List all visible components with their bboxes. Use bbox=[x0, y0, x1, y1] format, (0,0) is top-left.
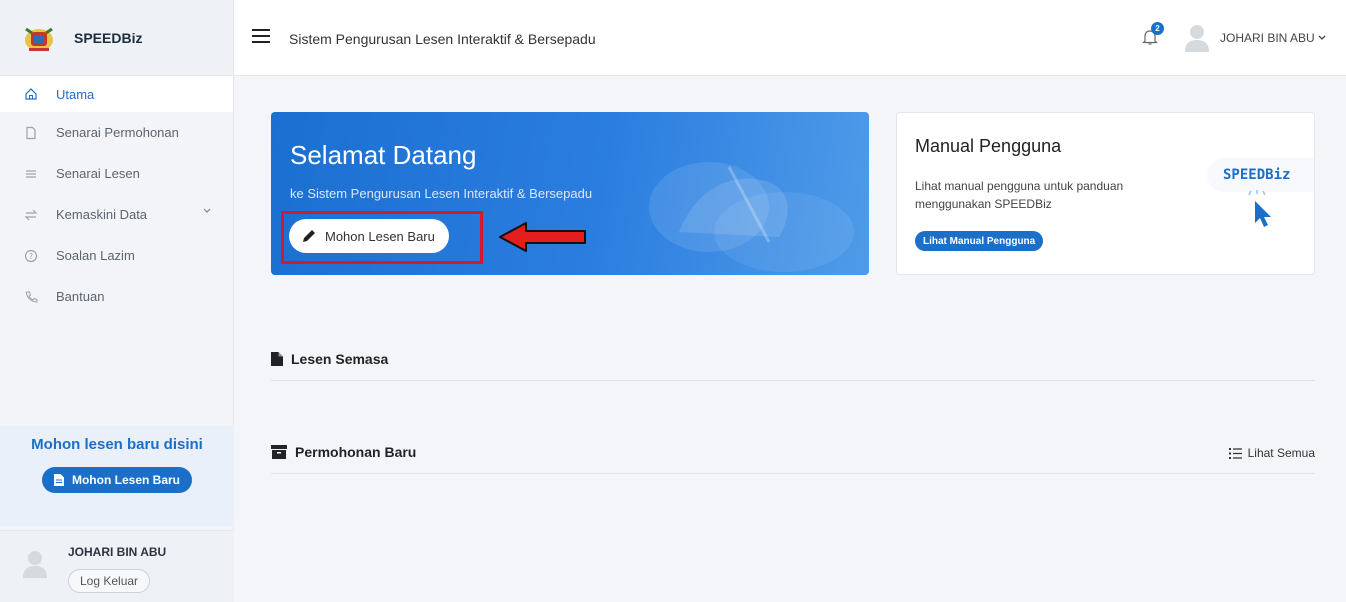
promo-title: Mohon lesen baru disini bbox=[31, 436, 203, 453]
chevron-down-icon bbox=[1318, 35, 1326, 40]
sidebar-nav: Utama Senarai Permohonan Senarai Lesen K… bbox=[0, 76, 233, 317]
sidebar-item-bantuan[interactable]: Bantuan bbox=[0, 276, 233, 317]
home-icon bbox=[24, 87, 38, 101]
manual-card: Manual Pengguna Lihat manual pengguna un… bbox=[896, 112, 1315, 275]
list-icon bbox=[1228, 447, 1242, 459]
question-icon: ? bbox=[24, 249, 38, 263]
menu-toggle-icon[interactable] bbox=[252, 29, 270, 43]
sidebar-item-senarai-permohonan[interactable]: Senarai Permohonan bbox=[0, 112, 233, 153]
avatar-icon bbox=[23, 551, 47, 578]
pointer-arrow-icon bbox=[499, 222, 586, 252]
avatar-icon bbox=[1185, 25, 1209, 52]
archive-icon bbox=[271, 445, 287, 459]
welcome-subtitle: ke Sistem Pengurusan Lesen Interaktif & … bbox=[290, 186, 593, 201]
sidebar-item-utama[interactable]: Utama bbox=[0, 76, 233, 112]
new-applications-heading: Permohonan Baru bbox=[295, 444, 417, 460]
sidebar-item-label: Kemaskini Data bbox=[56, 207, 148, 222]
see-all-label: Lihat Semua bbox=[1247, 446, 1315, 460]
sidebar-item-label: Bantuan bbox=[56, 289, 105, 304]
document-icon bbox=[53, 474, 64, 486]
svg-text:?: ? bbox=[29, 252, 33, 261]
current-license-section: Lesen Semasa bbox=[271, 351, 1315, 381]
sync-icon bbox=[24, 208, 38, 222]
system-title: Sistem Pengurusan Lesen Interaktif & Ber… bbox=[289, 31, 596, 47]
sidebar-apply-label: Mohon Lesen Baru bbox=[71, 473, 180, 487]
top-header: Sistem Pengurusan Lesen Interaktif & Ber… bbox=[234, 0, 1346, 76]
sidebar-apply-button[interactable]: Mohon Lesen Baru bbox=[41, 467, 192, 493]
sidebar-item-label: Soalan Lazim bbox=[56, 248, 135, 263]
writing-hand-illustration bbox=[649, 162, 854, 272]
sidebar-item-label: Senarai Permohonan bbox=[56, 125, 179, 140]
notification-badge: 2 bbox=[1151, 22, 1164, 35]
notification-button[interactable]: 2 bbox=[1142, 22, 1164, 51]
sidebar-item-soalan-lazim[interactable]: ? Soalan Lazim bbox=[0, 235, 233, 276]
sidebar-user-name: JOHARI BIN ABU bbox=[68, 545, 167, 559]
current-license-heading: Lesen Semasa bbox=[291, 351, 389, 367]
cursor-icon bbox=[1248, 190, 1271, 227]
new-applications-section: Permohonan Baru Lihat Semua bbox=[271, 444, 1315, 474]
manual-description: Lihat manual pengguna untuk panduan meng… bbox=[915, 179, 1124, 211]
logout-button[interactable]: Log Keluar bbox=[68, 569, 151, 593]
brand-name: SPEEDBiz bbox=[74, 29, 143, 46]
list-icon bbox=[24, 167, 38, 181]
speedbiz-logo: SPEEDBiz bbox=[1207, 158, 1314, 192]
highlight-box bbox=[281, 211, 483, 264]
phone-icon bbox=[24, 290, 38, 304]
sidebar-item-senarai-lesen[interactable]: Senarai Lesen bbox=[0, 153, 233, 194]
user-menu[interactable]: JOHARI BIN ABU bbox=[1184, 24, 1326, 52]
chevron-down-icon bbox=[203, 208, 211, 213]
file-icon bbox=[24, 126, 38, 140]
header-user-name: JOHARI BIN ABU bbox=[1220, 31, 1315, 45]
sidebar-item-label: Senarai Lesen bbox=[56, 166, 140, 181]
brand[interactable]: SPEEDBiz bbox=[0, 0, 233, 76]
sidebar-item-label: Utama bbox=[56, 86, 95, 102]
view-manual-button[interactable]: Lihat Manual Pengguna bbox=[915, 231, 1044, 251]
sidebar: SPEEDBiz Utama Senarai Permohonan Senara… bbox=[0, 0, 234, 602]
sidebar-promo: Mohon lesen baru disini Mohon Lesen Baru bbox=[0, 426, 234, 526]
welcome-title: Selamat Datang bbox=[290, 140, 477, 170]
sidebar-user: JOHARI BIN ABU Log Keluar bbox=[0, 530, 234, 602]
sidebar-item-kemaskini-data[interactable]: Kemaskini Data bbox=[0, 194, 233, 235]
manual-title: Manual Pengguna bbox=[915, 136, 1062, 156]
crest-logo-icon bbox=[25, 27, 53, 51]
file-icon bbox=[271, 352, 283, 366]
see-all-link[interactable]: Lihat Semua bbox=[1228, 446, 1315, 460]
